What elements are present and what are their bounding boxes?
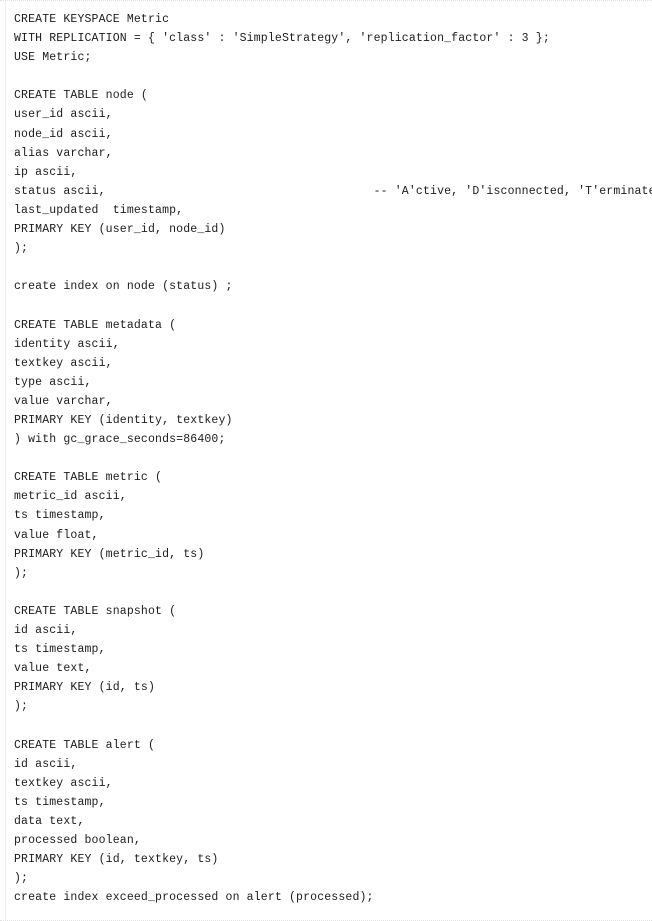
code-line: CREATE TABLE snapshot ( — [14, 604, 177, 618]
code-line: identity ascii, — [14, 337, 120, 351]
code-line: type ascii, — [14, 375, 92, 389]
code-line: PRIMARY KEY (metric_id, ts) — [14, 547, 205, 561]
code-line: alias varchar, — [14, 146, 113, 160]
code-line: last_updated timestamp, — [14, 203, 184, 217]
code-line: create index on node (status) ; — [14, 280, 233, 294]
code-line: value text, — [14, 662, 92, 676]
code-line: data text, — [14, 814, 85, 828]
code-line: CREATE KEYSPACE Metric — [14, 13, 170, 26]
code-line: metric_id ascii, — [14, 490, 127, 504]
code-line: id ascii, — [14, 624, 78, 637]
code-line: textkey ascii, — [14, 356, 113, 370]
code-line: CREATE TABLE node ( — [14, 89, 148, 103]
code-line: PRIMARY KEY (identity, textkey) — [14, 413, 233, 427]
code-line: CREATE TABLE alert ( — [14, 738, 156, 752]
code-line: PRIMARY KEY (id, textkey, ts) — [14, 853, 219, 867]
code-line: id ascii, — [14, 757, 78, 771]
code-line: node_id ascii, — [14, 127, 113, 141]
code-line: ) with gc_grace_seconds=86400; — [14, 433, 226, 447]
code-line: ); — [14, 700, 29, 714]
code-line: ip ascii, — [14, 165, 78, 179]
code-line: ); — [14, 566, 29, 580]
code-line: textkey ascii, — [14, 776, 113, 790]
code-line: processed boolean, — [14, 834, 141, 848]
code-line: create index exceed_processed on alert (… — [14, 891, 374, 905]
code-line: value float, — [14, 528, 99, 542]
code-line: user_id ascii, — [14, 108, 113, 122]
code-line: ts timestamp, — [14, 643, 106, 657]
code-line: status ascii, -- 'A'ctive, 'D'isconnecte… — [14, 184, 652, 198]
code-line: value varchar, — [14, 394, 113, 408]
code-line: PRIMARY KEY (id, ts) — [14, 681, 156, 695]
code-line: ); — [14, 872, 29, 886]
code-line: CREATE TABLE metric ( — [14, 471, 163, 485]
code-line: ); — [14, 242, 29, 256]
code-line: USE Metric; — [14, 51, 92, 65]
code-lines-container: CREATE KEYSPACE Metric WITH REPLICATION =… — [14, 10, 652, 907]
code-listing-panel: CREATE KEYSPACE Metric WITH REPLICATION =… — [0, 0, 652, 921]
code-line: ts timestamp, — [14, 509, 106, 523]
code-line: CREATE TABLE metadata ( — [14, 318, 177, 332]
code-line: WITH REPLICATION = { 'class' : 'SimpleSt… — [14, 32, 550, 46]
code-line: ts timestamp, — [14, 795, 106, 809]
code-line: PRIMARY KEY (user_id, node_id) — [14, 223, 226, 237]
code-block[interactable]: CREATE KEYSPACE Metric WITH REPLICATION =… — [0, 10, 652, 907]
